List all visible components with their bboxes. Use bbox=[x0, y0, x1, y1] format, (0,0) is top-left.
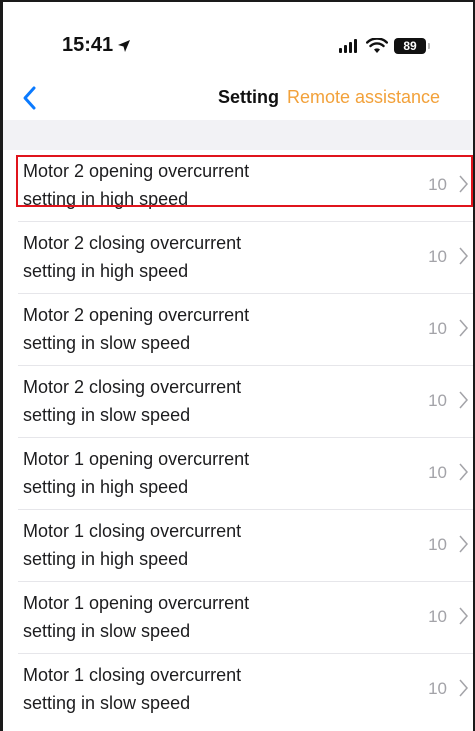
location-arrow-icon bbox=[118, 39, 131, 52]
chevron-right-icon bbox=[459, 247, 468, 265]
status-time: 15:41 bbox=[62, 34, 131, 57]
time-text: 15:41 bbox=[62, 34, 114, 56]
list-item[interactable]: Motor 1 closing overcurrent setting in sl… bbox=[18, 654, 475, 726]
setting-label: Motor 1 opening overcurrent setting in hi… bbox=[23, 449, 250, 497]
setting-value: 10 bbox=[428, 175, 447, 194]
setting-value: 10 bbox=[428, 535, 447, 554]
battery-level: 89 bbox=[403, 39, 417, 53]
battery-icon: 89 bbox=[394, 38, 430, 54]
list-item[interactable]: Motor 1 opening overcurrent setting in hi… bbox=[18, 438, 475, 510]
setting-label: Motor 2 opening overcurrent setting in sl… bbox=[23, 305, 250, 353]
setting-value: 10 bbox=[428, 607, 447, 626]
settings-list: Motor 2 opening overcurrent setting in hi… bbox=[0, 150, 475, 726]
setting-label: Motor 1 closing overcurrent setting in sl… bbox=[23, 665, 242, 713]
cellular-signal-icon bbox=[339, 39, 359, 53]
status-indicators: 89 bbox=[339, 34, 430, 58]
setting-label: Motor 2 closing overcurrent setting in hi… bbox=[23, 233, 242, 281]
setting-value: 10 bbox=[428, 319, 447, 338]
chevron-right-icon bbox=[459, 535, 468, 553]
list-item[interactable]: Motor 2 closing overcurrent setting in hi… bbox=[18, 222, 475, 294]
setting-value: 10 bbox=[428, 247, 447, 266]
setting-label: Motor 2 opening overcurrent setting in hi… bbox=[23, 161, 250, 209]
wifi-icon bbox=[366, 38, 388, 53]
list-item[interactable]: Motor 2 opening overcurrent setting in hi… bbox=[18, 150, 475, 222]
setting-value: 10 bbox=[428, 463, 447, 482]
setting-label: Motor 1 opening overcurrent setting in sl… bbox=[23, 593, 250, 641]
section-spacer bbox=[0, 120, 475, 150]
back-chevron-icon[interactable] bbox=[20, 84, 42, 112]
setting-value: 10 bbox=[428, 391, 447, 410]
chevron-right-icon bbox=[459, 463, 468, 481]
status-bar: 15:41 89 bbox=[0, 0, 475, 80]
chevron-right-icon bbox=[459, 175, 468, 193]
setting-label: Motor 1 closing overcurrent setting in hi… bbox=[23, 521, 242, 569]
page-title: Setting bbox=[218, 87, 279, 107]
remote-assistance-button[interactable]: Remote assistance bbox=[287, 87, 440, 108]
chevron-right-icon bbox=[459, 319, 468, 337]
chevron-right-icon bbox=[459, 679, 468, 697]
navigation-bar: Setting Remote assistance bbox=[0, 80, 475, 120]
setting-label: Motor 2 closing overcurrent setting in sl… bbox=[23, 377, 242, 425]
chevron-right-icon bbox=[459, 391, 468, 409]
list-item[interactable]: Motor 1 opening overcurrent setting in sl… bbox=[18, 582, 475, 654]
list-item[interactable]: Motor 2 opening overcurrent setting in sl… bbox=[18, 294, 475, 366]
chevron-right-icon bbox=[459, 607, 468, 625]
list-item[interactable]: Motor 2 closing overcurrent setting in sl… bbox=[18, 366, 475, 438]
setting-value: 10 bbox=[428, 679, 447, 698]
list-item[interactable]: Motor 1 closing overcurrent setting in hi… bbox=[18, 510, 475, 582]
